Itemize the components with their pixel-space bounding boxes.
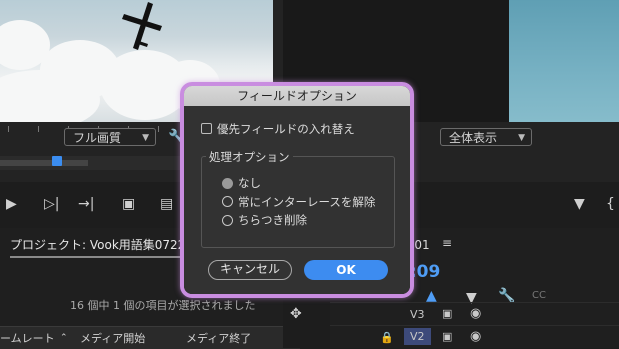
tab-underline bbox=[10, 256, 190, 258]
in-out-range bbox=[0, 160, 88, 166]
zoom-dropdown[interactable]: 全体表示 ▼ bbox=[440, 128, 532, 146]
column-header-media-end[interactable]: メディア終了 bbox=[186, 330, 251, 346]
radio-always-deinterlace[interactable] bbox=[222, 196, 233, 207]
eye-icon[interactable]: ◉ bbox=[470, 306, 481, 321]
processing-options-title: 処理オプション bbox=[206, 149, 293, 165]
track-row: V3 ▣ ◉ bbox=[330, 302, 619, 325]
cancel-button[interactable]: キャンセル bbox=[208, 260, 292, 280]
playback-resolution-dropdown[interactable]: フル画質 ▼ bbox=[64, 128, 156, 146]
insert-icon[interactable]: ▣ bbox=[122, 196, 135, 212]
dropdown-value: フル画質 bbox=[73, 131, 122, 145]
program-monitor-video bbox=[509, 0, 619, 122]
sort-arrow-icon[interactable]: ⌃ bbox=[60, 333, 68, 343]
radio-reduce-flicker[interactable] bbox=[222, 215, 233, 226]
go-to-out-icon[interactable]: →| bbox=[78, 196, 94, 212]
track-label-target[interactable]: V2 bbox=[404, 328, 431, 345]
track-row: 🔒 V2 ▣ ◉ bbox=[330, 325, 619, 348]
chevron-down-icon: ▼ bbox=[142, 133, 149, 143]
airplane-silhouette bbox=[122, 2, 162, 50]
tools-panel bbox=[283, 300, 323, 348]
playhead[interactable] bbox=[52, 156, 62, 166]
option-reduce-flicker-label[interactable]: ちらつき削除 bbox=[238, 212, 307, 228]
captions-icon[interactable]: CC bbox=[532, 290, 546, 301]
project-tab[interactable]: プロジェクト: Vook用語集0722_1 bbox=[10, 236, 199, 253]
dialog-title: フィールドオプション bbox=[184, 86, 410, 106]
sync-lock-icon[interactable]: ▣ bbox=[442, 330, 452, 343]
marker-icon[interactable]: ▼ bbox=[574, 196, 585, 212]
column-header-media-start[interactable]: メディア開始 bbox=[80, 330, 145, 346]
sync-lock-icon[interactable]: ▣ bbox=[442, 307, 452, 320]
swap-fields-checkbox[interactable] bbox=[201, 123, 212, 134]
chevron-down-icon: ▼ bbox=[518, 133, 525, 143]
step-forward-icon[interactable]: ▷| bbox=[44, 196, 59, 212]
dropdown-value: 全体表示 bbox=[449, 131, 498, 145]
play-icon[interactable]: ▶ bbox=[6, 196, 17, 212]
ok-button[interactable]: OK bbox=[304, 260, 388, 280]
go-to-in-icon[interactable]: { bbox=[606, 196, 615, 212]
track-label: V3 bbox=[410, 308, 425, 321]
lock-icon[interactable]: 🔒 bbox=[380, 331, 394, 344]
field-options-dialog: フィールドオプション 優先フィールドの入れ替え 処理オプション なし 常にインタ… bbox=[184, 86, 410, 294]
radio-none[interactable] bbox=[222, 178, 233, 189]
column-header-frame-rate[interactable]: ームレート bbox=[0, 330, 55, 346]
selection-status: 16 個中 1 個の項目が選択されました bbox=[70, 299, 256, 312]
option-always-deinterlace-label[interactable]: 常にインターレースを解除 bbox=[238, 194, 375, 210]
option-none-label[interactable]: なし bbox=[238, 175, 261, 191]
swap-fields-label[interactable]: 優先フィールドの入れ替え bbox=[217, 121, 355, 137]
eye-icon[interactable]: ◉ bbox=[470, 329, 481, 344]
overwrite-icon[interactable]: ▤ bbox=[160, 196, 173, 212]
menu-icon[interactable]: ≡ bbox=[442, 236, 452, 250]
track-select-icon[interactable]: ✥ bbox=[290, 306, 302, 322]
